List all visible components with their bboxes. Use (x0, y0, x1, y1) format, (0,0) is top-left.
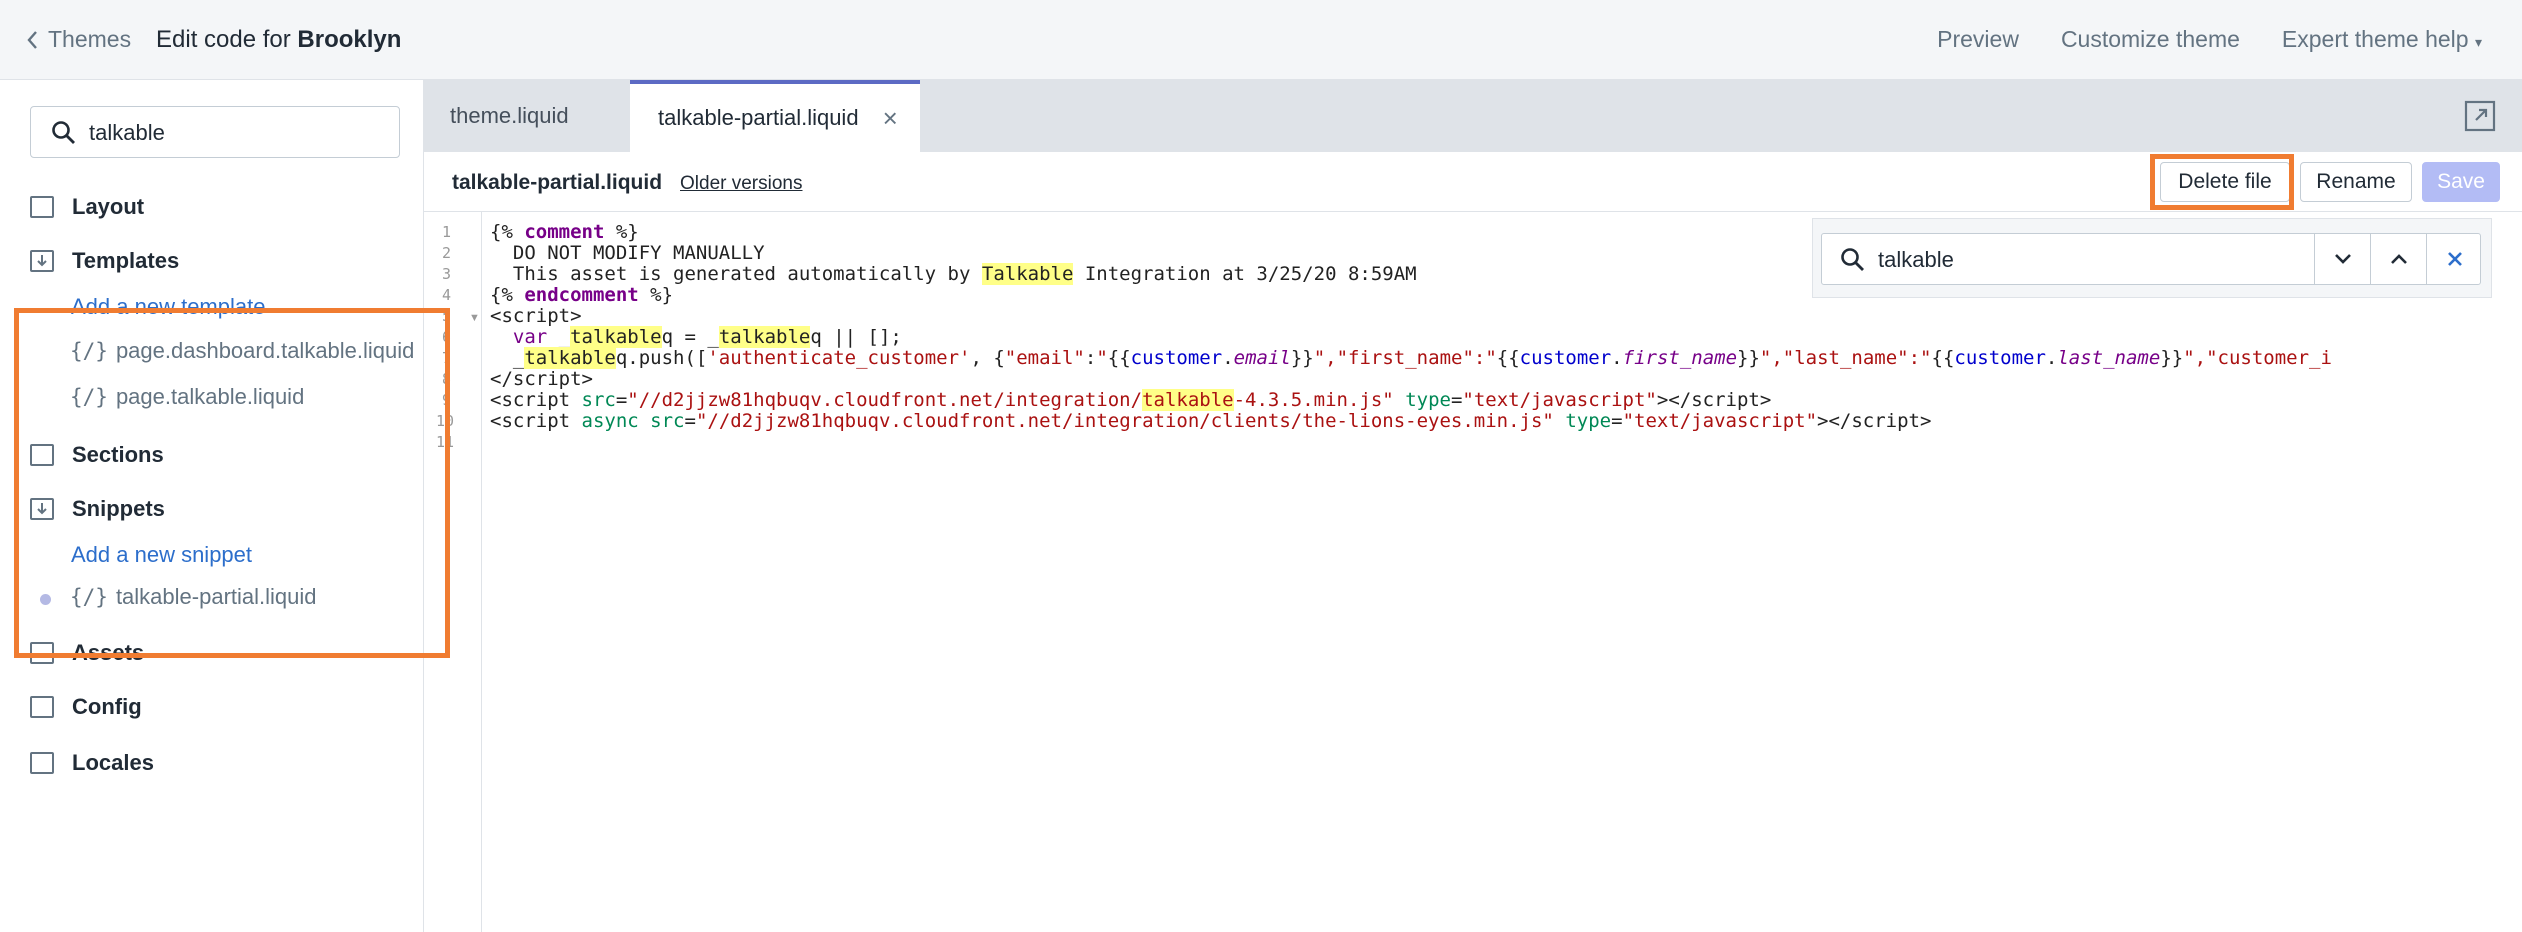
title-prefix: Edit code for (156, 26, 298, 53)
line-number: 2 (442, 244, 452, 262)
top-bar: Themes Edit code for Brooklyn Preview Cu… (0, 0, 2522, 80)
folder-label: Templates (72, 248, 180, 273)
current-file-name: talkable-partial.liquid (452, 171, 663, 194)
search-icon (52, 121, 75, 144)
find-next-button[interactable] (2314, 234, 2371, 284)
close-icon[interactable]: × (883, 103, 898, 134)
line-number: 1 (442, 223, 452, 241)
add-template-link[interactable]: Add a new template (71, 294, 265, 320)
file-name: page.talkable.liquid (115, 384, 305, 409)
find-field[interactable]: talkable (1821, 233, 2481, 285)
line-number: 5 (442, 307, 452, 325)
tab-theme-liquid[interactable]: theme.liquid (424, 80, 630, 152)
editor-tabs: theme.liquid talkable-partial.liquid × (424, 80, 2522, 152)
search-icon (1841, 248, 1864, 271)
file-item[interactable]: {/} page.talkable.liquid (70, 384, 304, 410)
chevron-down-icon (2335, 254, 2351, 264)
file-item[interactable]: {/} talkable-partial.liquid (70, 584, 317, 610)
file-item[interactable]: {/} page.dashboard.talkable.liquid (70, 338, 414, 364)
tab-label: talkable-partial.liquid (658, 105, 859, 130)
theme-name: Brooklyn (297, 26, 402, 53)
search-input[interactable] (87, 107, 391, 159)
close-icon (2448, 252, 2462, 266)
unsaved-dot-icon (40, 594, 51, 605)
folder-templates[interactable]: Templates (30, 248, 179, 274)
folder-label: Sections (72, 442, 164, 467)
code-editor[interactable]: 1 2 3 4 5 ▼ 6 7 8 9 10 11 {% comment %} … (424, 212, 2522, 932)
line-number: 7 (442, 349, 452, 367)
liquid-file-icon: {/} (70, 385, 108, 409)
line-number: 10 (436, 412, 455, 430)
customize-theme-link[interactable]: Customize theme (2061, 26, 2240, 53)
folder-icon (30, 196, 54, 218)
folder-label: Locales (72, 750, 154, 775)
line-number: 6 (442, 328, 452, 346)
folder-config[interactable]: Config (30, 694, 142, 720)
folder-icon (30, 752, 54, 774)
expert-theme-help-dropdown[interactable]: Expert theme help ▾ (2282, 26, 2482, 53)
line-gutter: 1 2 3 4 5 ▼ 6 7 8 9 10 11 (424, 212, 482, 932)
file-search[interactable] (30, 106, 400, 159)
folder-assets[interactable]: Assets (30, 640, 144, 666)
tab-label: theme.liquid (450, 103, 569, 128)
folder-sections[interactable]: Sections (30, 442, 164, 468)
folder-layout[interactable]: Layout (30, 194, 144, 220)
back-to-themes-link[interactable]: Themes (26, 26, 131, 53)
file-name: page.dashboard.talkable.liquid (115, 338, 415, 363)
file-name: talkable-partial.liquid (115, 584, 317, 609)
fullscreen-icon[interactable] (2464, 100, 2496, 132)
line-number: 9 (442, 391, 452, 409)
folder-icon (30, 444, 54, 466)
add-snippet-link[interactable]: Add a new snippet (71, 542, 252, 568)
chevron-left-icon (27, 30, 37, 49)
save-button[interactable]: Save (2422, 162, 2500, 202)
folder-snippets[interactable]: Snippets (30, 496, 165, 522)
chevron-up-icon (2391, 254, 2407, 264)
line-number: 11 (436, 433, 455, 451)
folder-label: Layout (72, 194, 145, 219)
liquid-file-icon: {/} (70, 585, 108, 609)
back-label: Themes (48, 26, 132, 52)
folder-open-icon (30, 250, 54, 272)
liquid-file-icon: {/} (70, 339, 108, 363)
line-number: 3 (442, 265, 452, 283)
page-title: Edit code for Brooklyn (156, 26, 401, 54)
folder-icon (30, 642, 54, 664)
tab-talkable-partial[interactable]: talkable-partial.liquid × (630, 80, 920, 152)
rename-button[interactable]: Rename (2300, 162, 2412, 202)
find-input[interactable]: talkable (1878, 247, 1954, 273)
line-number: 8 (442, 370, 452, 388)
fold-arrow-icon[interactable]: ▼ (469, 312, 480, 324)
help-label: Expert theme help (2281, 26, 2469, 52)
folder-label: Assets (72, 640, 145, 665)
older-versions-link[interactable]: Older versions (680, 173, 803, 195)
caret-down-icon: ▾ (2474, 34, 2482, 50)
folder-icon (30, 696, 54, 718)
find-panel: talkable (1812, 218, 2492, 298)
preview-link[interactable]: Preview (1937, 26, 2019, 53)
find-previous-button[interactable] (2370, 234, 2427, 284)
folder-label: Snippets (72, 496, 165, 521)
line-number: 4 (442, 286, 452, 304)
file-sidebar: Layout Templates Add a new template {/} p… (0, 80, 424, 932)
delete-file-button[interactable]: Delete file (2160, 162, 2290, 202)
file-toolbar: talkable-partial.liquid Older versions D… (424, 152, 2522, 212)
top-nav: Preview Customize theme Expert theme hel… (1937, 26, 2482, 53)
folder-locales[interactable]: Locales (30, 750, 154, 776)
find-close-button[interactable] (2426, 234, 2483, 284)
folder-open-icon (30, 498, 54, 520)
folder-label: Config (72, 694, 142, 719)
